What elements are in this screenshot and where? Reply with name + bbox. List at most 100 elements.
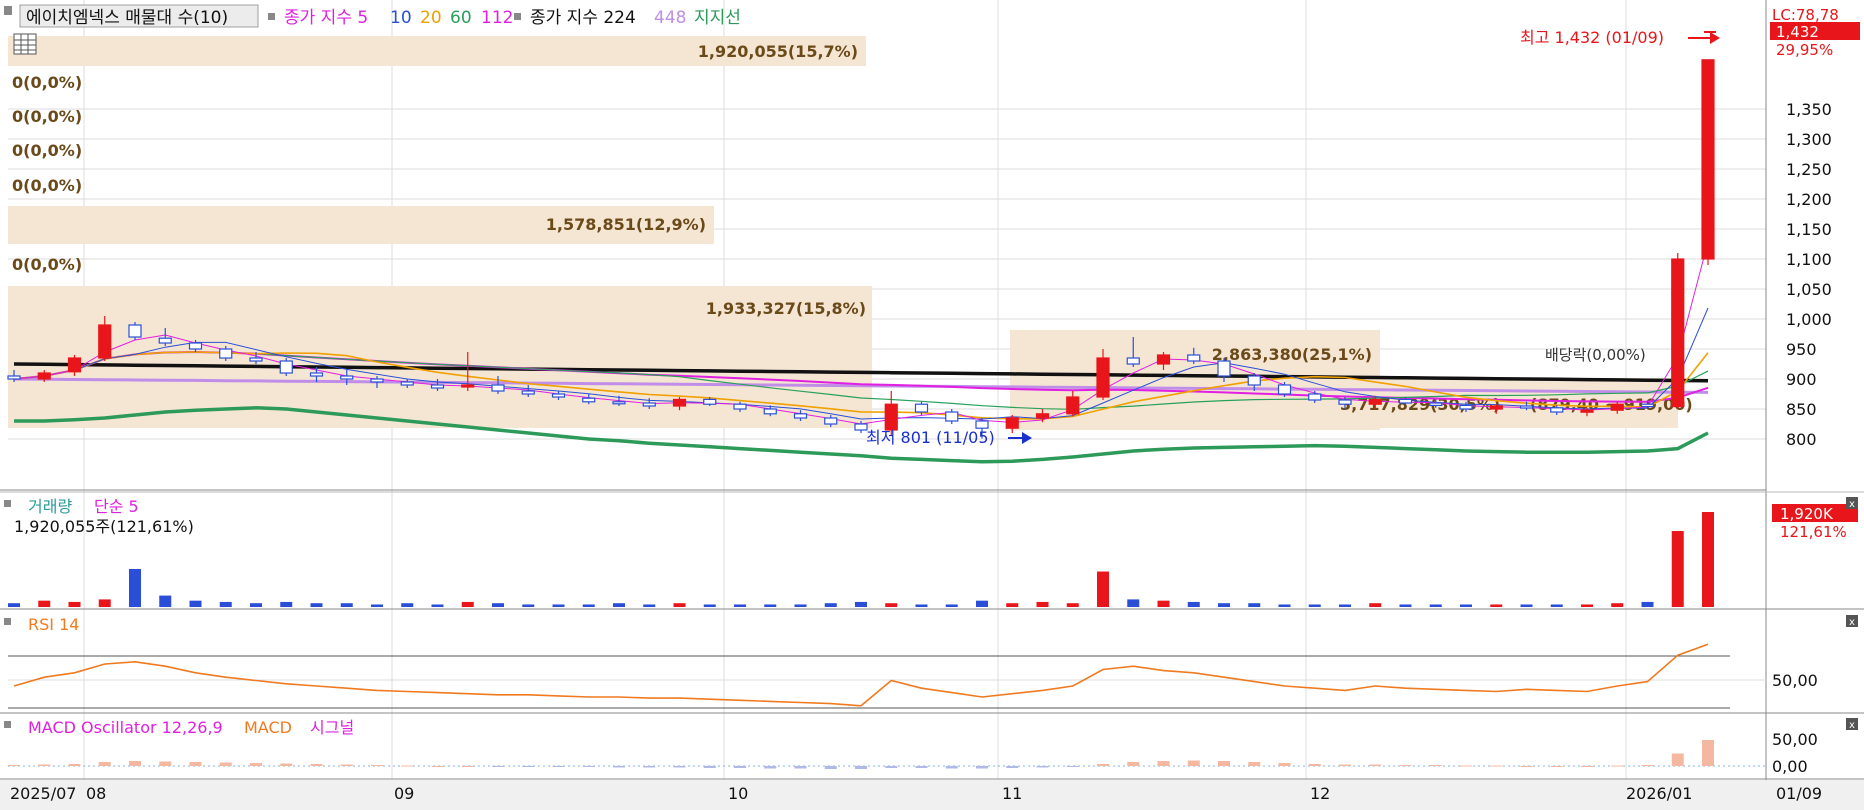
volume-bar-50: [1520, 604, 1533, 607]
date-axis: 2025/07 08 09 10 11 12 2026/01 01/09: [0, 780, 1864, 810]
rsi-tick: 50,00: [1772, 671, 1818, 690]
candle-body-47: [1429, 402, 1443, 406]
close-icon[interactable]: x: [1846, 615, 1858, 628]
volume-bar-48: [1460, 604, 1472, 607]
price-tick-4: 1,150: [1786, 220, 1832, 239]
profile-label-band1: 1,920,055(15,7%): [698, 42, 858, 61]
date-label-12: 12: [1310, 784, 1330, 803]
macd-bar-33: [1006, 766, 1019, 768]
candle-body-15: [461, 384, 475, 388]
macd-bar-52: [1581, 766, 1593, 767]
candle-body-9: [279, 360, 293, 374]
legend-support: 지지선: [694, 8, 741, 28]
close-icon[interactable]: x: [1846, 497, 1858, 510]
date-label-09: 09: [394, 784, 414, 803]
volume-bar-36: [1097, 571, 1109, 607]
volume-bar-16: [492, 603, 504, 607]
volume-bar-53: [1611, 603, 1624, 607]
volume-bar-34: [1036, 601, 1049, 607]
macd-bar-49: [1490, 765, 1503, 767]
macd-bar-23: [703, 766, 716, 768]
macd-bar-3: [98, 762, 111, 766]
candle-body-5: [158, 337, 172, 344]
macd-bar-30: [915, 766, 928, 768]
volume-bar-21: [643, 604, 656, 607]
price-tick-1: 1,300: [1786, 130, 1832, 149]
volume-bar-39: [1187, 601, 1200, 607]
date-label-10: 10: [728, 784, 748, 803]
macd-bar-34: [1036, 766, 1049, 768]
candle-body-7: [219, 348, 233, 359]
volume-bar-27: [824, 603, 837, 607]
volume-bar-2: [68, 601, 81, 607]
candle-body-51: [1550, 407, 1564, 413]
volume-bar-24: [734, 604, 746, 607]
volume-ma-label: 단순 5: [94, 497, 139, 516]
macd-bar-43: [1308, 764, 1321, 766]
price-tick-3: 1,200: [1786, 190, 1832, 209]
candle-body-6: [188, 342, 203, 350]
signal-label: 시그널: [310, 718, 354, 737]
macd-bar-25: [764, 766, 777, 769]
volume-bar-5: [159, 595, 172, 607]
legend-ma112: 112: [481, 8, 513, 28]
volume-badge-pct: 121,61%: [1780, 523, 1847, 541]
candle-body-43: [1308, 393, 1322, 401]
volume-bar-54: [1641, 601, 1654, 607]
low-annotation: 최저 801 (11/05): [866, 428, 995, 447]
macd-bar-1: [38, 764, 51, 766]
volume-bar-37: [1127, 599, 1140, 607]
macd-bar-19: [582, 766, 595, 767]
candle-body-52: [1580, 409, 1594, 413]
macd-bar-8: [250, 763, 262, 766]
date-label-11: 11: [1002, 784, 1022, 803]
volume-bar-31: [945, 604, 958, 607]
macd-bar-12: [371, 765, 383, 766]
volume-bar-6: [189, 600, 202, 607]
legend-ma224: 종가 지수 224: [530, 8, 636, 28]
table-icon[interactable]: [13, 33, 37, 55]
candle-body-46: [1398, 398, 1413, 404]
profile-label-zero4: 0(0,0%): [12, 176, 82, 195]
macd-bar-22: [673, 766, 686, 768]
date-label-08: 08: [86, 784, 106, 803]
close-icon[interactable]: x: [1846, 718, 1858, 731]
candle-body-42: [1277, 384, 1292, 395]
candle-body-33: [1005, 417, 1019, 429]
macd-bar-6: [189, 762, 202, 766]
date-label-2026-01: 2026/01: [1626, 784, 1692, 803]
volume-bar-45: [1369, 603, 1382, 607]
volume-bar-0: [8, 603, 20, 607]
stock-chart[interactable]: 1,920,055(15,7%) 0(0,0%) 0(0,0%) 0(0,0%)…: [0, 0, 1864, 810]
profile-mid-label: 배당락(0,00%): [1545, 346, 1646, 364]
candle-body-12: [370, 378, 384, 383]
price-tick-11: 800: [1786, 430, 1817, 449]
macd-bar-45: [1369, 764, 1382, 766]
macd-tick-50: 50,00: [1772, 730, 1818, 749]
svg-text:x: x: [1849, 720, 1855, 731]
candle-body-1: [37, 372, 51, 380]
profile-label-zero2: 0(0,0%): [12, 107, 82, 126]
candle-body-17: [521, 390, 535, 395]
candle-body-50: [1519, 405, 1534, 409]
volume-bar-25: [764, 604, 777, 607]
current-price-badge: 1,432: [1776, 23, 1819, 41]
candle-body-8: [249, 357, 263, 362]
candle-body-24: [733, 403, 747, 410]
volume-bar-47: [1429, 604, 1442, 607]
volume-bar-51: [1550, 604, 1563, 607]
profile-label-zero1: 0(0,0%): [12, 73, 82, 92]
macd-bar-15: [461, 766, 474, 767]
macd-bar-24: [734, 766, 746, 768]
macd-bar-35: [1066, 766, 1079, 767]
volume-bar-35: [1066, 603, 1079, 607]
volume-bar-19: [582, 604, 595, 607]
macd-bar-20: [613, 766, 625, 768]
volume-bar-52: [1581, 604, 1593, 607]
macd-tick-0: 0,00: [1772, 757, 1808, 776]
candle-body-38: [1156, 354, 1171, 365]
volume-bar-56: [1702, 512, 1714, 607]
volume-bar-20: [613, 603, 625, 607]
macd-bar-46: [1399, 765, 1412, 766]
macd-bar-4: [129, 761, 141, 766]
